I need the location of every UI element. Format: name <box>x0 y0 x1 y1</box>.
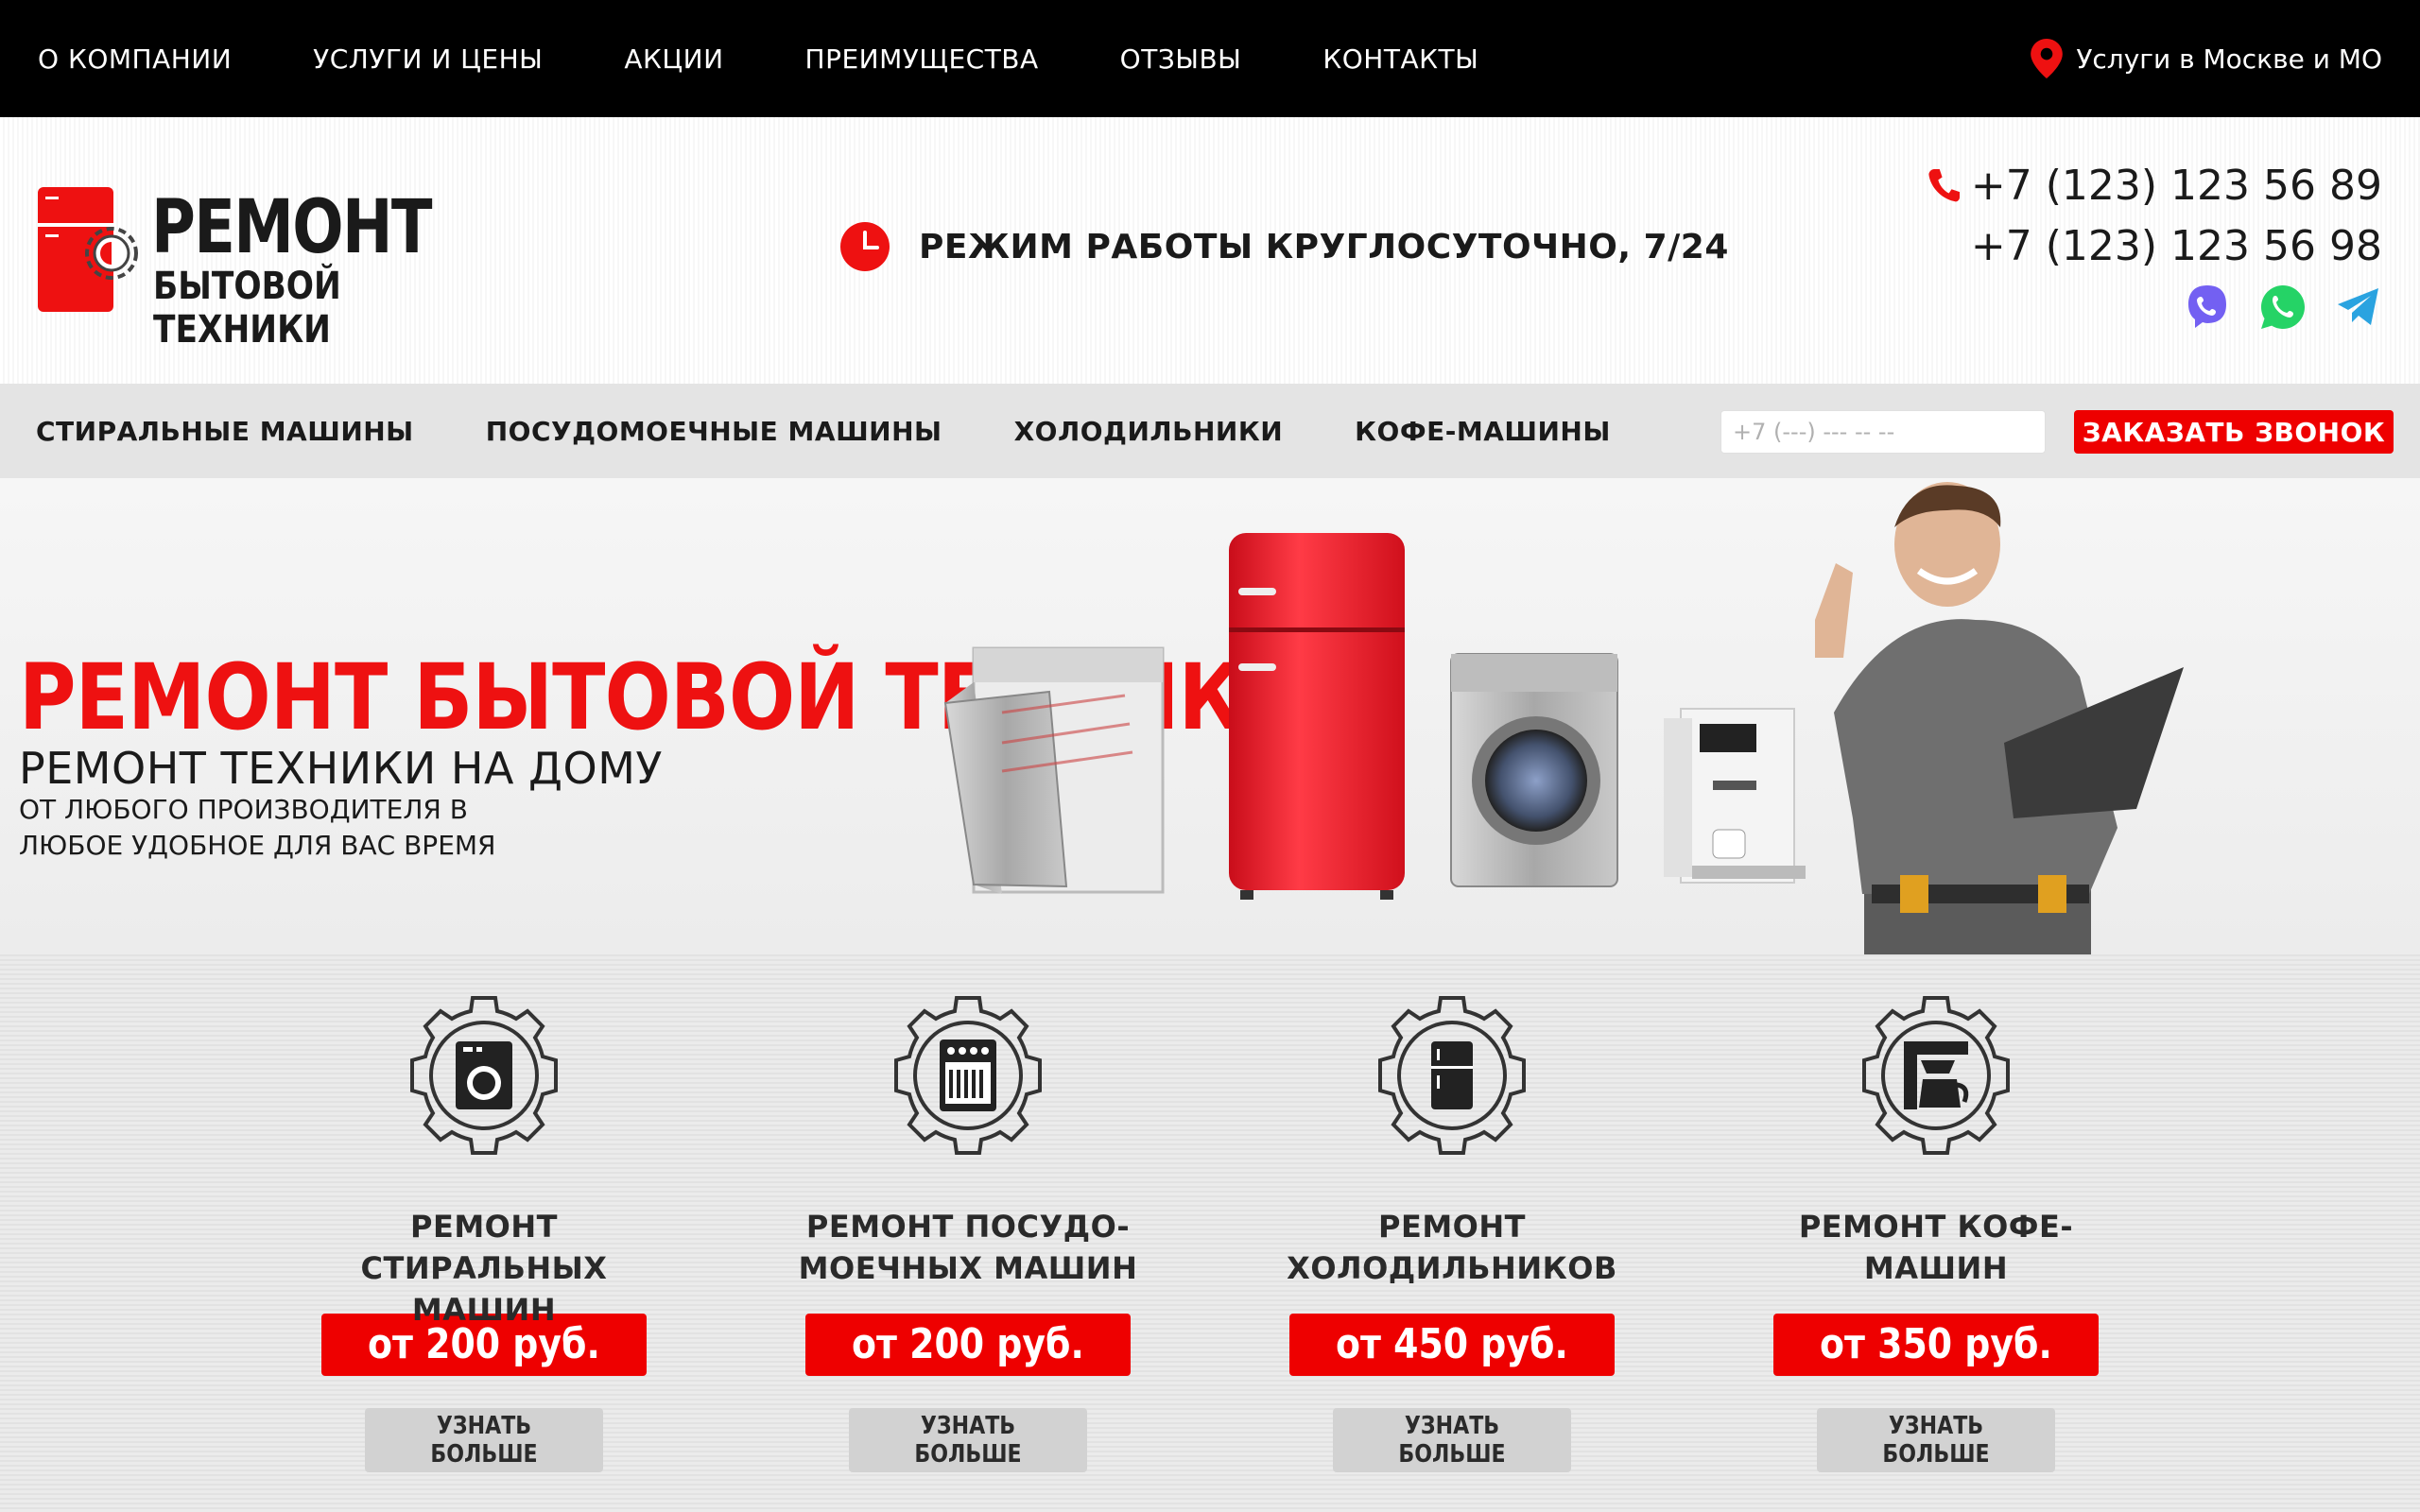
learn-more-label: УЗНАТЬ БОЛЬШЕ <box>914 1412 1022 1469</box>
service-title: РЕМОНТ СТИРАЛЬНЫХ МАШИН <box>360 1209 608 1328</box>
top-nav-advantages[interactable]: ПРЕИМУЩЕСТВА <box>805 43 1039 75</box>
hero-appliances-illustration <box>943 482 2184 954</box>
top-nav-services[interactable]: УСЛУГИ И ЦЕНЫ <box>313 43 543 75</box>
messengers <box>1927 284 2382 331</box>
dishwasher-image <box>943 646 1165 894</box>
phone-icon <box>1928 169 1960 202</box>
learn-more-button[interactable]: УЗНАТЬ БОЛЬШЕ <box>365 1408 603 1472</box>
callback-form: ЗАКАЗАТЬ ЗВОНОК <box>1720 410 2394 454</box>
category-coffee-machines[interactable]: КОФЕ-МАШИНЫ <box>1355 416 1611 447</box>
telegram-icon[interactable] <box>2335 284 2382 331</box>
top-nav-bar: О КОМПАНИИ УСЛУГИ И ЦЕНЫ АКЦИИ ПРЕИМУЩЕС… <box>0 0 2420 117</box>
map-pin-icon <box>2031 39 2064 78</box>
dishwasher-icon <box>894 996 1042 1155</box>
washing-machine-icon <box>410 996 558 1155</box>
logo-subtitle: БЫТОВОЙ ТЕХНИКИ <box>153 265 341 352</box>
top-nav-about[interactable]: О КОМПАНИИ <box>38 43 232 75</box>
phone-secondary[interactable]: +7 (123) 123 56 98 <box>1927 215 2382 276</box>
service-price: от 200 руб. <box>368 1320 600 1368</box>
work-hours: РЕЖИМ РАБОТЫ КРУГЛОСУТОЧНО, 7/24 <box>839 221 1729 272</box>
repairman-image <box>1815 482 2184 954</box>
callback-phone-input[interactable] <box>1720 410 2046 454</box>
category-nav: СТИРАЛЬНЫЕ МАШИНЫ ПОСУДОМОЕЧНЫЕ МАШИНЫ Х… <box>36 384 1611 478</box>
phones-block: +7 (123) 123 56 89 +7 (123) 123 56 98 <box>1927 155 2382 331</box>
header: РЕМОНТ БЫТОВОЙ ТЕХНИКИ РЕЖИМ РАБОТЫ КРУГ… <box>0 117 2420 384</box>
whatsapp-icon[interactable] <box>2259 284 2307 331</box>
logo-title: РЕМОНТ <box>151 185 433 270</box>
learn-more-label: УЗНАТЬ БОЛЬШЕ <box>1398 1412 1506 1469</box>
coffee-machine-icon <box>1862 996 2010 1155</box>
service-price-badge: от 200 руб. <box>321 1314 647 1376</box>
category-fridges[interactable]: ХОЛОДИЛЬНИКИ <box>1014 416 1284 447</box>
service-price: от 200 руб. <box>852 1320 1084 1368</box>
region-link[interactable]: Услуги в Москве и МО <box>2031 0 2382 117</box>
service-price: от 350 руб. <box>1820 1320 2052 1368</box>
category-dishwashers[interactable]: ПОСУДОМОЕЧНЫЕ МАШИНЫ <box>486 416 942 447</box>
service-price-badge: от 200 руб. <box>805 1314 1131 1376</box>
logo[interactable]: РЕМОНТ БЫТОВОЙ ТЕХНИКИ <box>36 185 509 352</box>
viber-icon[interactable] <box>2184 284 2231 331</box>
red-fridge-image <box>1229 533 1405 900</box>
service-title: РЕМОНТ КОФЕ- МАШИН <box>1798 1209 2074 1286</box>
services-section: РЕМОНТ СТИРАЛЬНЫХ МАШИН от 200 руб. УЗНА… <box>0 954 2420 1512</box>
hero-description-line-1: ОТ ЛЮБОГО ПРОИЗВОДИТЕЛЯ В <box>19 794 468 825</box>
top-nav-contacts[interactable]: КОНТАКТЫ <box>1322 43 1478 75</box>
washing-machine-image <box>1450 653 1618 887</box>
service-price-badge: от 450 руб. <box>1289 1314 1615 1376</box>
service-price: от 450 руб. <box>1336 1320 1568 1368</box>
learn-more-button[interactable]: УЗНАТЬ БОЛЬШЕ <box>849 1408 1087 1472</box>
top-nav: О КОМПАНИИ УСЛУГИ И ЦЕНЫ АКЦИИ ПРЕИМУЩЕС… <box>38 0 1478 117</box>
service-card-coffee: РЕМОНТ КОФЕ- МАШИН от 350 руб. УЗНАТЬ БО… <box>1737 992 2135 1472</box>
phone-primary[interactable]: +7 (123) 123 56 89 <box>1927 155 2382 215</box>
hero-description-line-2: ЛЮБОЕ УДОБНОЕ ДЛЯ ВАС ВРЕМЯ <box>19 830 496 861</box>
hero-description: ОТ ЛЮБОГО ПРОИЗВОДИТЕЛЯ В ЛЮБОЕ УДОБНОЕ … <box>19 792 605 864</box>
learn-more-button[interactable]: УЗНАТЬ БОЛЬШЕ <box>1817 1408 2055 1472</box>
hero-subtitle: РЕМОНТ ТЕХНИКИ НА ДОМУ <box>19 743 663 794</box>
category-nav-bar: СТИРАЛЬНЫЕ МАШИНЫ ПОСУДОМОЕЧНЫЕ МАШИНЫ Х… <box>0 384 2420 478</box>
learn-more-label: УЗНАТЬ БОЛЬШЕ <box>430 1412 538 1469</box>
order-call-button[interactable]: ЗАКАЗАТЬ ЗВОНОК <box>2074 410 2394 454</box>
service-price-badge: от 350 руб. <box>1773 1314 2099 1376</box>
clock-icon <box>840 222 890 271</box>
hero-banner: РЕМОНТ БЫТОВОЙ ТЕХНИКИ РЕМОНТ ТЕХНИКИ НА… <box>0 478 2420 954</box>
region-text: Услуги в Москве и МО <box>2076 43 2382 75</box>
learn-more-label: УЗНАТЬ БОЛЬШЕ <box>1882 1412 1990 1469</box>
category-washing-machines[interactable]: СТИРАЛЬНЫЕ МАШИНЫ <box>36 416 414 447</box>
service-card-washing: РЕМОНТ СТИРАЛЬНЫХ МАШИН от 200 руб. УЗНА… <box>285 992 683 1472</box>
phone-primary-number: +7 (123) 123 56 89 <box>1970 161 2382 210</box>
phone-secondary-number: +7 (123) 123 56 98 <box>1970 221 2382 270</box>
service-card-dishwasher: РЕМОНТ ПОСУДО- МОЕЧНЫХ МАШИН от 200 руб.… <box>769 992 1167 1472</box>
logo-fridge-icon <box>38 187 138 312</box>
coffee-machine-image <box>1664 708 1806 884</box>
service-card-fridge: РЕМОНТ ХОЛОДИЛЬНИКОВ от 450 руб. УЗНАТЬ … <box>1253 992 1651 1472</box>
fridge-icon <box>1378 996 1526 1155</box>
service-title: РЕМОНТ ХОЛОДИЛЬНИКОВ <box>1287 1209 1617 1286</box>
learn-more-button[interactable]: УЗНАТЬ БОЛЬШЕ <box>1333 1408 1571 1472</box>
top-nav-promotions[interactable]: АКЦИИ <box>624 43 723 75</box>
work-hours-text: РЕЖИМ РАБОТЫ КРУГЛОСУТОЧНО, 7/24 <box>919 227 1729 266</box>
top-nav-reviews[interactable]: ОТЗЫВЫ <box>1120 43 1242 75</box>
service-title: РЕМОНТ ПОСУДО- МОЕЧНЫХ МАШИН <box>798 1209 1138 1286</box>
